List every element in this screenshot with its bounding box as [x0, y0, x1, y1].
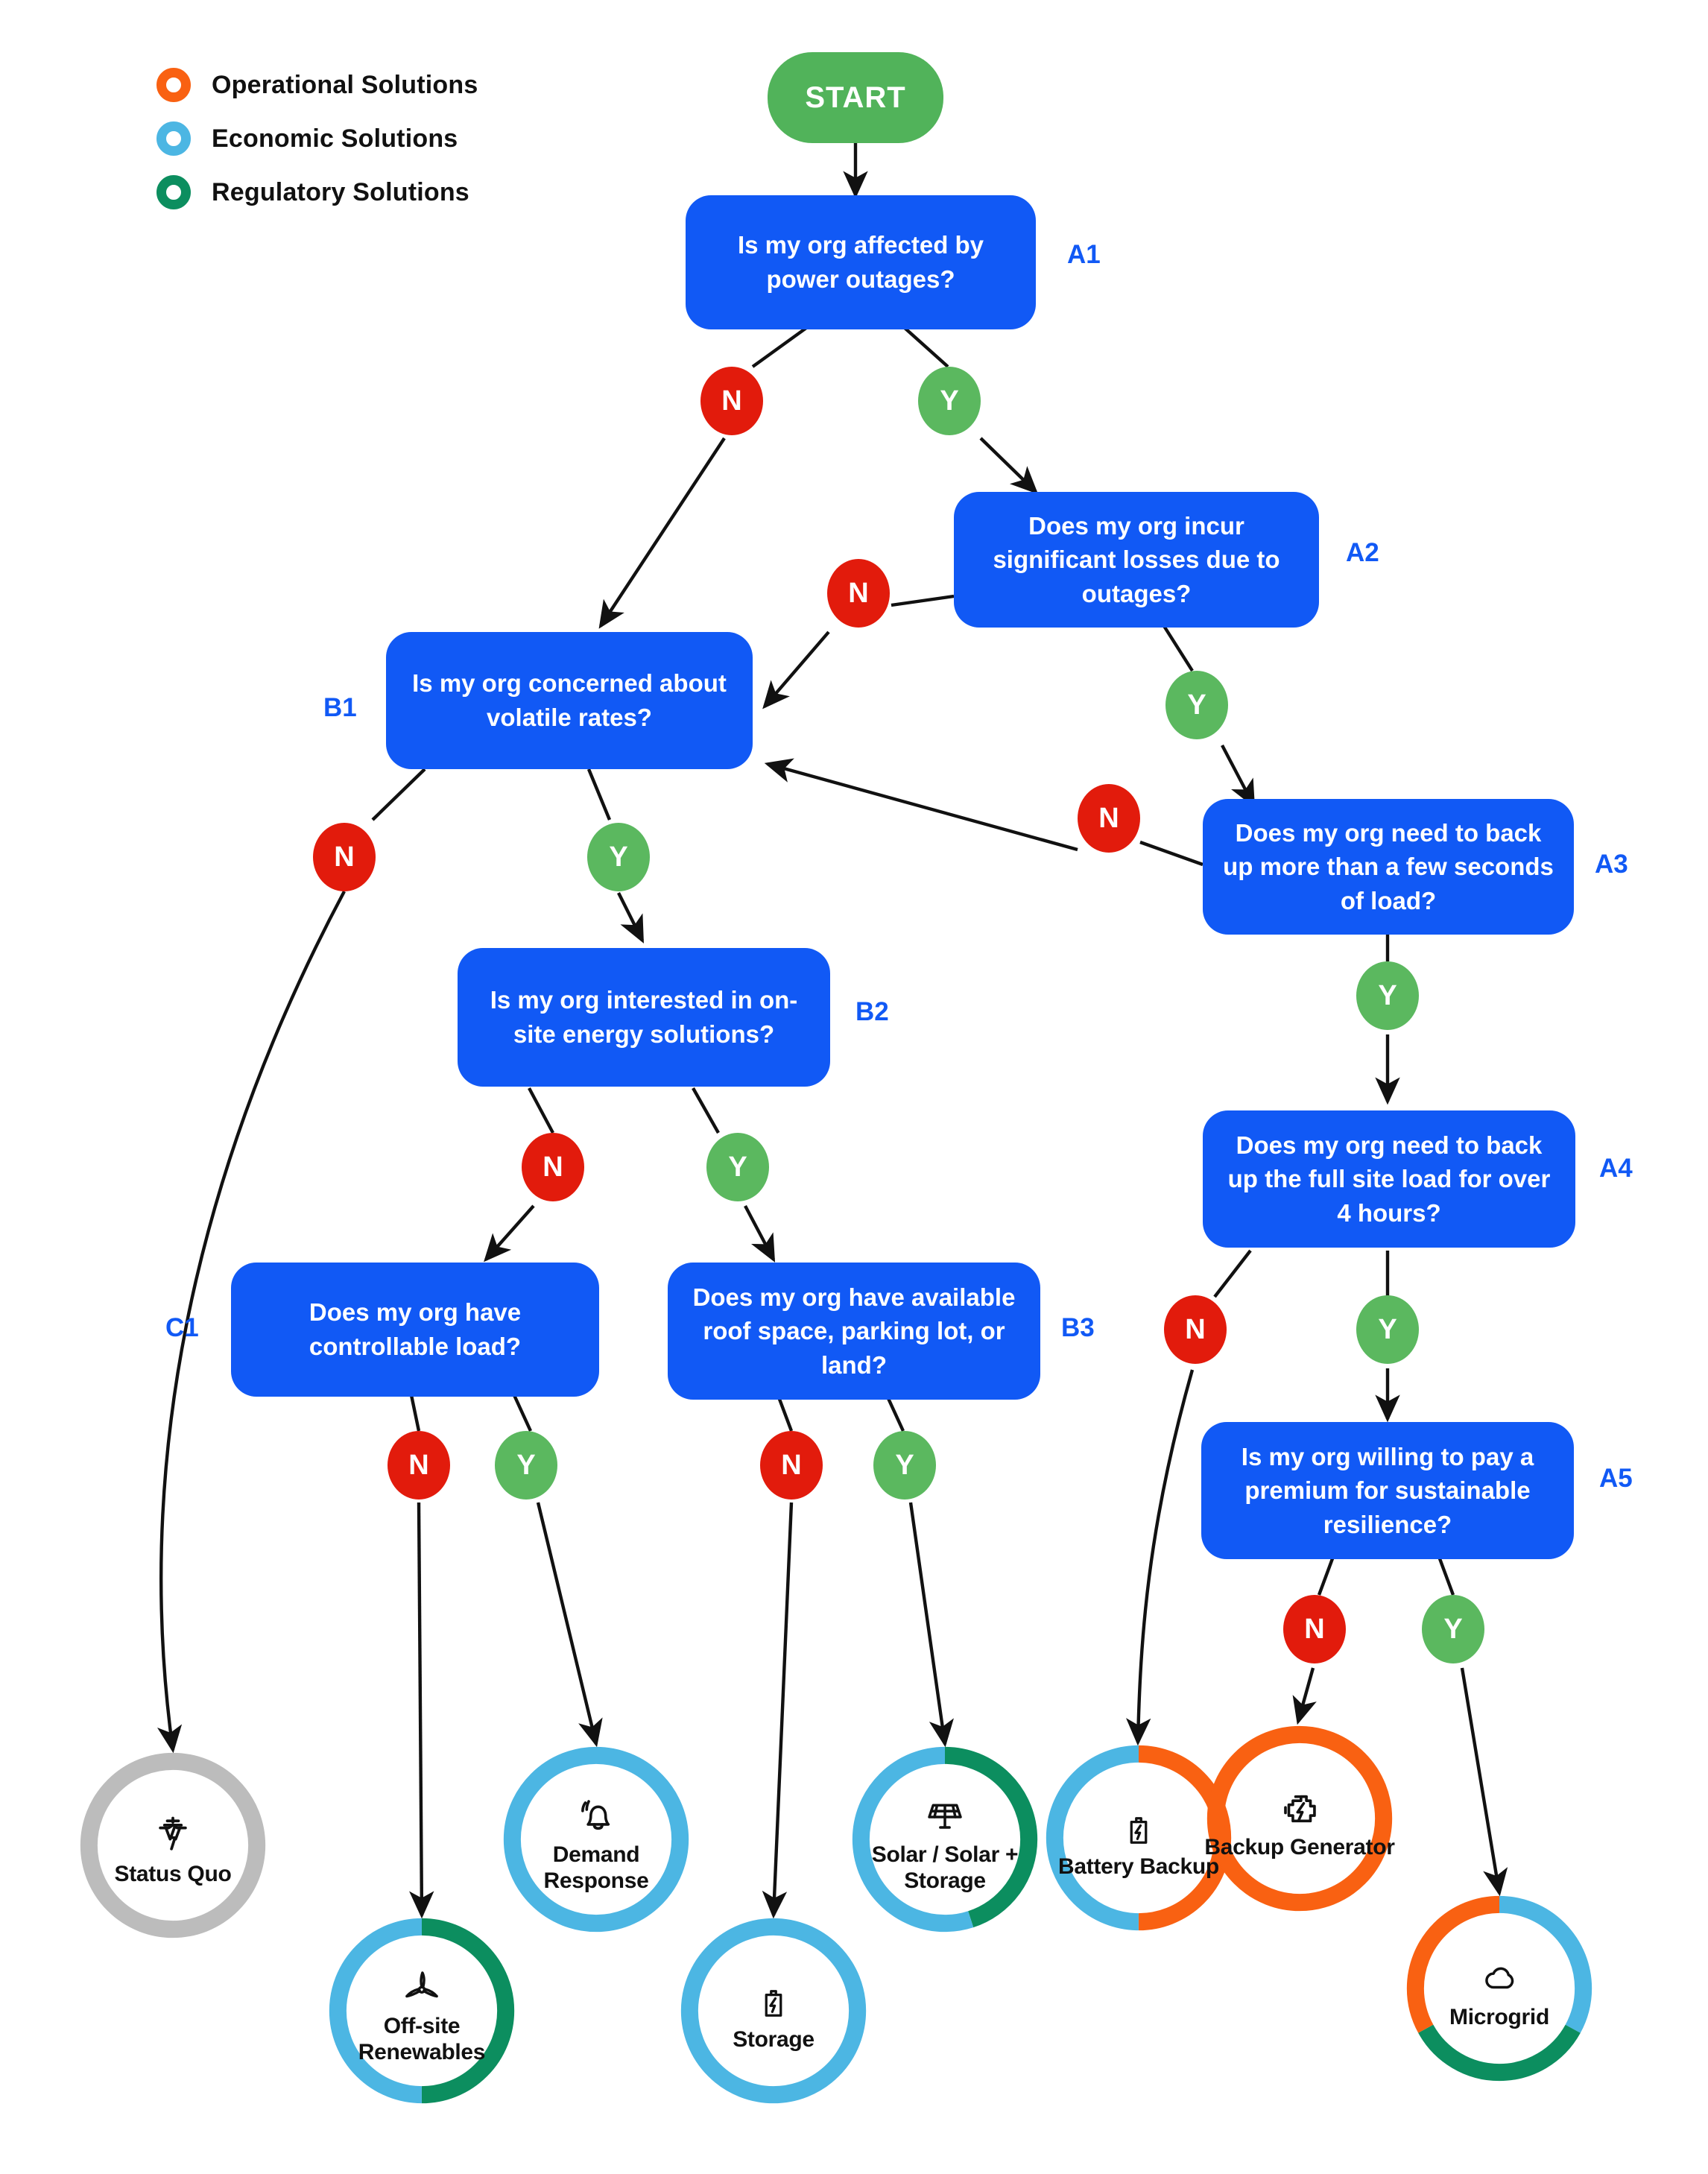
battery-bolt-icon [744, 1969, 803, 2023]
question-text: Is my org interested in on-site energy s… [490, 986, 798, 1048]
branch-badge-a5-no[interactable]: N [1283, 1595, 1346, 1663]
branch-label: N [721, 385, 742, 417]
branch-badge-a1-no[interactable]: N [700, 367, 763, 435]
branch-label: Y [609, 841, 628, 873]
legend: Operational Solutions Economic Solutions… [156, 58, 478, 219]
legend-item-operational: Operational Solutions [156, 58, 478, 112]
question-tag-b1: B1 [323, 693, 357, 722]
question-node-b3[interactable]: Does my org have available roof space, p… [668, 1263, 1040, 1400]
branch-label: N [848, 577, 869, 609]
question-text: Does my org need to back up more than a … [1223, 818, 1554, 914]
outcome-label: Solar / Solar + Storage [871, 1842, 1019, 1893]
question-tag-b3: B3 [1061, 1313, 1095, 1342]
question-text: Does my org have controllable load? [309, 1298, 522, 1360]
branch-badge-c1-no[interactable]: N [388, 1431, 450, 1500]
branch-label: N [334, 841, 355, 873]
battery-bolt-icon [1110, 1796, 1168, 1850]
solar-panel-icon [916, 1784, 974, 1838]
outcome-node-off-site-renewables[interactable]: Off-site Renewables [326, 1915, 517, 2106]
outcome-node-storage[interactable]: Storage [678, 1915, 869, 2106]
branch-label: N [1185, 1313, 1206, 1345]
question-tag-a2: A2 [1346, 538, 1379, 567]
outcome-label: Status Quo [114, 1861, 232, 1886]
engine-icon [1271, 1777, 1329, 1830]
legend-item-regulatory: Regulatory Solutions [156, 165, 478, 219]
question-tag-b2: B2 [855, 997, 889, 1026]
branch-label: Y [516, 1449, 536, 1481]
branch-label: Y [895, 1449, 914, 1481]
legend-label: Regulatory Solutions [212, 177, 469, 206]
legend-label: Economic Solutions [212, 124, 458, 153]
branch-badge-b3-yes[interactable]: Y [873, 1431, 936, 1500]
branch-label: N [408, 1449, 429, 1481]
branch-badge-a4-no[interactable]: N [1164, 1295, 1227, 1364]
question-node-b2[interactable]: Is my org interested in on-site energy s… [458, 948, 830, 1087]
start-node[interactable]: START [768, 52, 943, 143]
legend-label: Operational Solutions [212, 70, 478, 99]
question-node-a4[interactable]: Does my org need to back up the full sit… [1203, 1110, 1575, 1248]
question-node-a2[interactable]: Does my org incur significant losses due… [954, 492, 1319, 628]
question-node-b1[interactable]: Is my org concerned about volatile rates… [386, 632, 753, 769]
branch-label: Y [1443, 1613, 1463, 1645]
branch-badge-b3-no[interactable]: N [760, 1431, 823, 1500]
question-text: Does my org have available roof space, p… [692, 1283, 1016, 1379]
question-node-a1[interactable]: Is my org affected by power outages? [686, 195, 1036, 329]
outcome-label: Off-site Renewables [358, 2014, 486, 2064]
branch-label: N [1304, 1613, 1325, 1645]
branch-badge-a3-no[interactable]: N [1078, 784, 1140, 853]
branch-badge-b2-yes[interactable]: Y [706, 1133, 769, 1201]
branch-badge-a2-yes[interactable]: Y [1165, 671, 1228, 739]
ring-icon [156, 175, 191, 209]
ring-icon [156, 68, 191, 102]
transmission-tower-icon [144, 1804, 202, 1857]
legend-item-economic: Economic Solutions [156, 112, 478, 165]
branch-badge-b2-no[interactable]: N [522, 1133, 584, 1201]
branch-badge-a1-yes[interactable]: Y [918, 367, 981, 435]
branch-label: Y [1378, 1313, 1397, 1345]
question-text: Does my org need to back up the full sit… [1227, 1131, 1551, 1227]
outcome-label: Microgrid [1449, 2004, 1549, 2029]
branch-badge-a5-yes[interactable]: Y [1422, 1595, 1484, 1663]
outcome-label: Backup Generator [1204, 1834, 1395, 1859]
ring-icon [156, 121, 191, 156]
branch-badge-a2-no[interactable]: N [827, 559, 890, 628]
question-tag-a3: A3 [1595, 850, 1628, 879]
branch-badge-b1-no[interactable]: N [313, 823, 376, 891]
question-tag-a5: A5 [1599, 1464, 1633, 1493]
question-text: Is my org willing to pay a premium for s… [1241, 1442, 1534, 1538]
branch-label: Y [940, 385, 959, 417]
decision-tree-diagram: Operational Solutions Economic Solutions… [0, 0, 1708, 2174]
outcome-node-demand-response[interactable]: Demand Response [501, 1744, 692, 1935]
outcome-node-backup-generator[interactable]: Backup Generator [1204, 1723, 1395, 1914]
question-node-a5[interactable]: Is my org willing to pay a premium for s… [1201, 1422, 1574, 1559]
outcome-label: Storage [733, 2026, 815, 2052]
wind-turbine-icon [393, 1956, 451, 2009]
question-node-a3[interactable]: Does my org need to back up more than a … [1203, 799, 1574, 935]
start-label: START [805, 80, 906, 114]
outcome-node-status-quo[interactable]: Status Quo [78, 1750, 268, 1941]
question-text: Is my org affected by power outages? [737, 231, 984, 293]
outcome-label: Battery Backup [1058, 1854, 1219, 1879]
branch-label: N [1098, 802, 1119, 834]
branch-badge-a4-yes[interactable]: Y [1356, 1295, 1419, 1364]
question-tag-c1: C1 [165, 1313, 199, 1342]
branch-label: N [781, 1449, 802, 1481]
branch-label: N [543, 1151, 563, 1183]
outcome-node-microgrid[interactable]: Microgrid [1404, 1893, 1595, 2084]
question-text: Is my org concerned about volatile rates… [412, 669, 727, 731]
branch-label: Y [1378, 979, 1397, 1011]
branch-badge-b1-yes[interactable]: Y [587, 823, 650, 891]
branch-badge-a3-yes[interactable]: Y [1356, 961, 1419, 1030]
branch-badge-c1-yes[interactable]: Y [495, 1431, 557, 1500]
cloud-icon [1470, 1947, 1528, 2000]
question-tag-a4: A4 [1599, 1154, 1633, 1183]
question-node-c1[interactable]: Does my org have controllable load? [231, 1263, 599, 1397]
branch-label: Y [728, 1151, 747, 1183]
question-tag-a1: A1 [1067, 240, 1101, 269]
branch-label: Y [1187, 689, 1206, 721]
bell-icon [567, 1784, 625, 1838]
outcome-label: Demand Response [543, 1842, 649, 1893]
question-text: Does my org incur significant losses due… [993, 511, 1280, 607]
outcome-node-solar-storage[interactable]: Solar / Solar + Storage [850, 1744, 1040, 1935]
